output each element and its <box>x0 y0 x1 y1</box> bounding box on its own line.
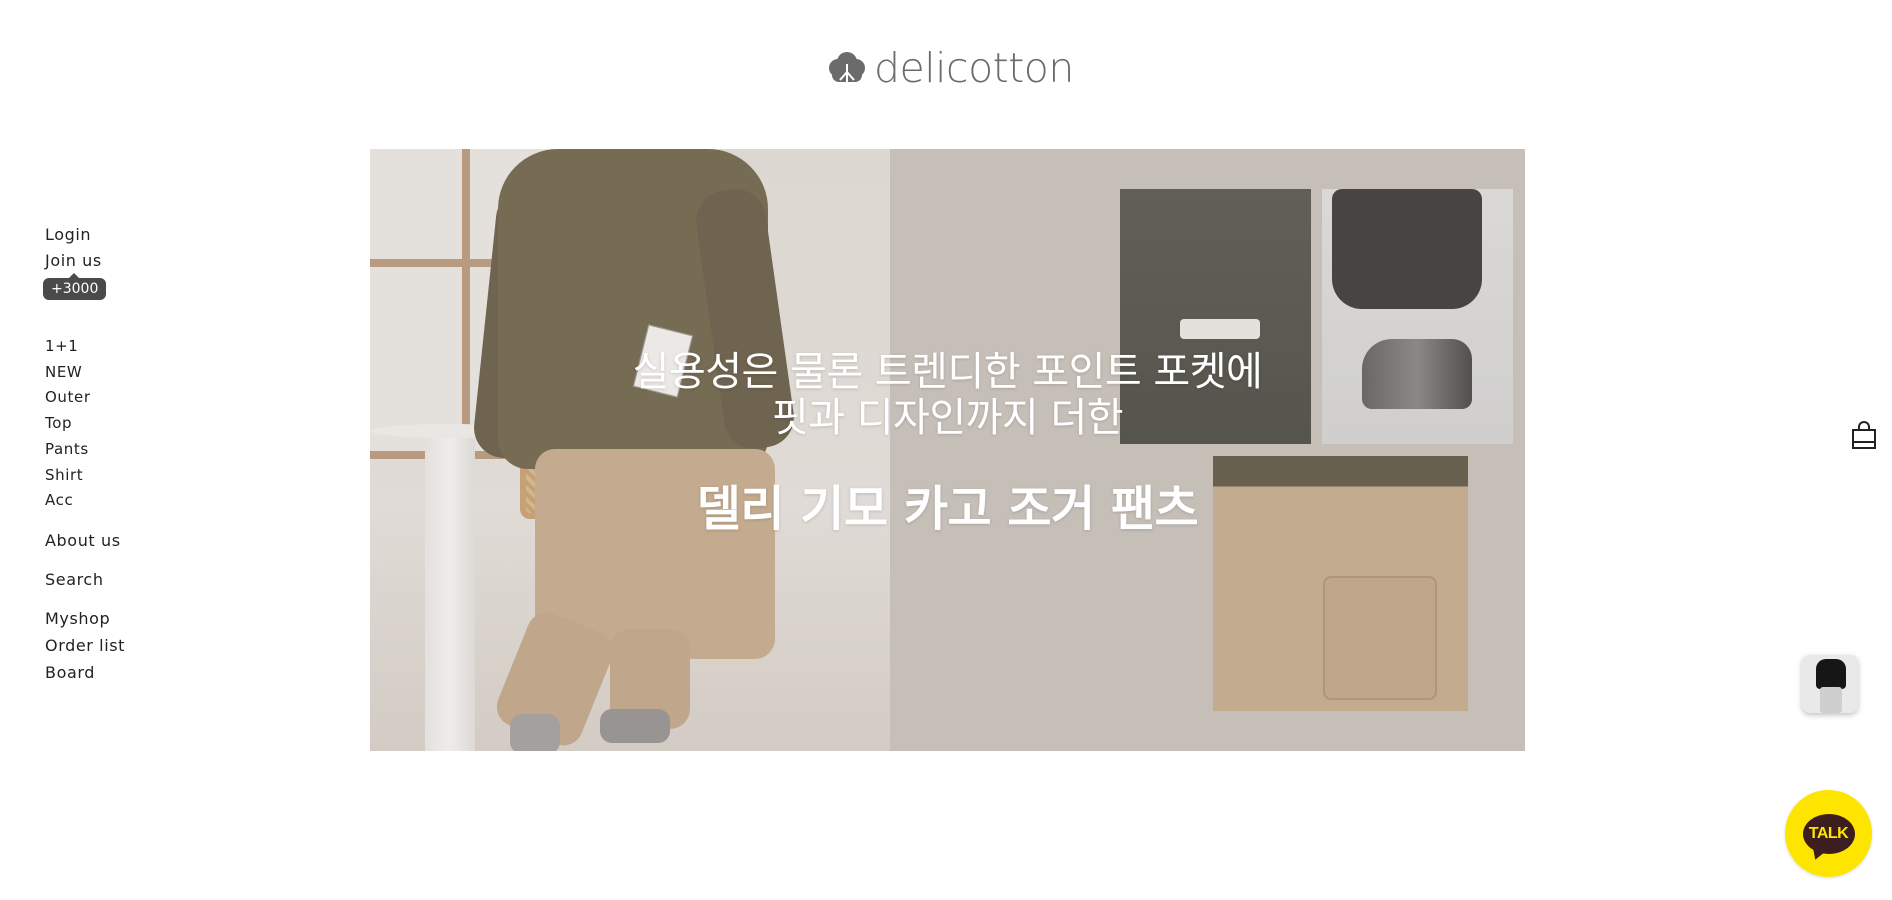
category-outer[interactable]: Outer <box>45 390 91 405</box>
category-new[interactable]: NEW <box>45 365 82 380</box>
order-list-link[interactable]: Order list <box>45 638 125 654</box>
talk-label: TALK <box>1808 824 1849 842</box>
category-top[interactable]: Top <box>45 416 72 431</box>
site-logo[interactable]: delicotton <box>826 46 1074 90</box>
logo-text: delicotton <box>874 43 1074 92</box>
hero-subtitle-line-1: 실용성은 물론 트렌디한 포인트 포켓에 <box>632 349 1263 395</box>
login-link[interactable]: Login <box>45 227 91 243</box>
search-link[interactable]: Search <box>45 572 104 588</box>
recently-viewed-thumbnail[interactable] <box>1802 655 1858 713</box>
thumb-top <box>1816 659 1846 689</box>
kakao-talk-button[interactable]: TALK <box>1785 790 1872 877</box>
category-acc[interactable]: Acc <box>45 493 73 508</box>
join-reward-badge: +3000 <box>43 273 107 300</box>
join-us-link[interactable]: Join us <box>45 253 102 269</box>
shopping-bag-icon[interactable] <box>1850 420 1878 450</box>
chat-bubble-icon: TALK <box>1802 813 1855 854</box>
board-link[interactable]: Board <box>45 665 95 681</box>
category-pants[interactable]: Pants <box>45 442 89 457</box>
hero-text-block: 실용성은 물론 트렌디한 포인트 포켓에 핏과 디자인까지 더한 델리 기모 카… <box>370 349 1525 537</box>
cotton-logo-icon <box>829 52 865 82</box>
myshop-link[interactable]: Myshop <box>45 611 110 627</box>
category-shirt[interactable]: Shirt <box>45 468 83 483</box>
thumb-bottom <box>1820 687 1842 713</box>
category-1plus1[interactable]: 1+1 <box>45 339 78 354</box>
hero-product-title: 델리 기모 카고 조거 팬츠 <box>696 481 1199 537</box>
hero-subtitle-line-2: 핏과 디자인까지 더한 <box>771 395 1124 441</box>
hero-banner[interactable]: 실용성은 물론 트렌디한 포인트 포켓에 핏과 디자인까지 더한 델리 기모 카… <box>370 149 1525 751</box>
about-us-link[interactable]: About us <box>45 533 121 549</box>
